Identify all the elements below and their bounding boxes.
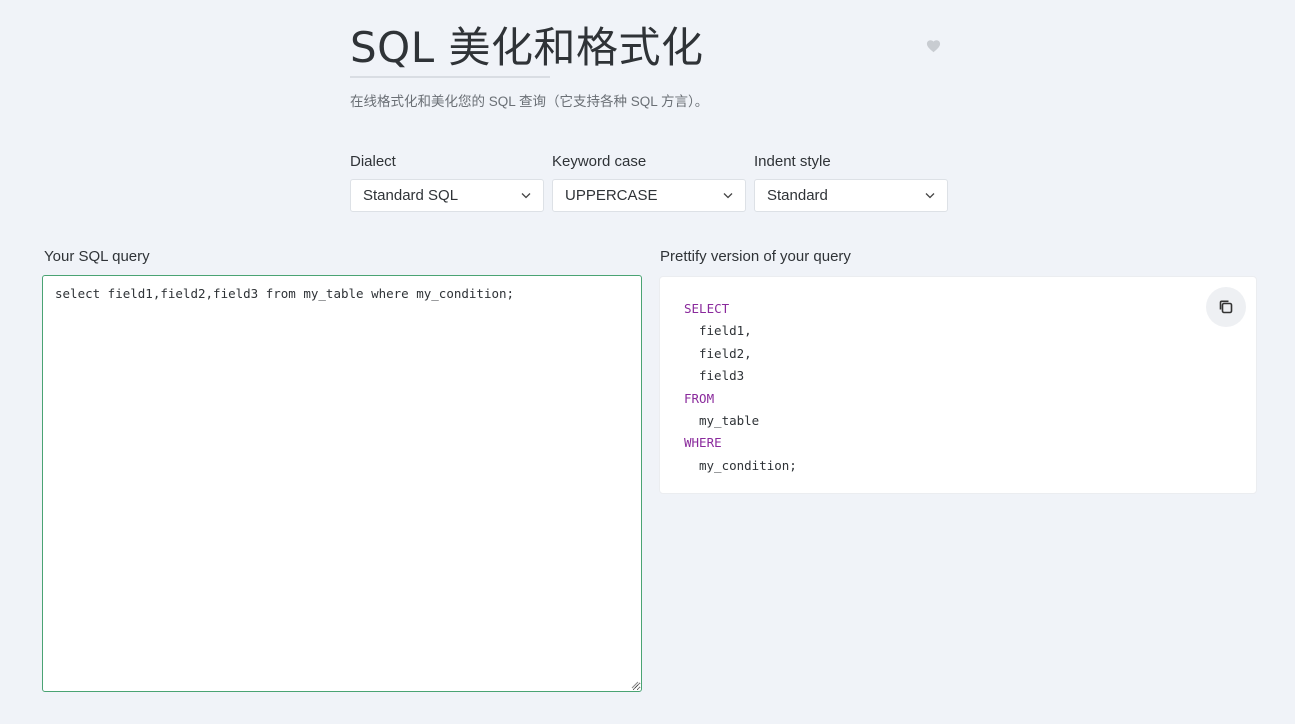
indent-style-label: Indent style — [754, 153, 831, 170]
code-keyword: FROM — [684, 390, 715, 406]
code-line: my_condition; — [684, 455, 797, 477]
output-label: Prettify version of your query — [660, 248, 851, 265]
page-header: SQL 美化和格式化 在线格式化和美化您的 SQL 查询（它支持各种 SQL 方… — [350, 20, 950, 110]
dialect-select[interactable]: Standard SQL — [350, 179, 544, 212]
code-line: my_table — [684, 410, 797, 432]
chevron-down-icon — [521, 193, 531, 199]
code-line: field3 — [684, 365, 797, 387]
indent-style-select[interactable]: Standard — [754, 179, 948, 212]
chevron-down-icon — [723, 193, 733, 199]
code-keyword: WHERE — [684, 435, 722, 451]
keyword-case-select[interactable]: UPPERCASE — [552, 179, 746, 212]
sql-input-text: select field1,field2,field3 from my_tabl… — [55, 286, 515, 301]
code-line: field2, — [684, 343, 797, 365]
keyword-case-label: Keyword case — [552, 153, 647, 170]
indent-style-value: Standard — [767, 187, 828, 204]
copy-button[interactable] — [1206, 287, 1246, 327]
chevron-down-icon — [925, 193, 935, 199]
dialect-value: Standard SQL — [363, 187, 459, 204]
code-line: FROM — [684, 388, 797, 410]
code-text: my_table — [699, 413, 760, 429]
code-text: my_condition; — [699, 457, 797, 473]
keyword-case-option: Keyword case UPPERCASE — [552, 153, 746, 212]
code-text: field2, — [699, 345, 752, 361]
formatted-output: SELECT field1, field2, field3 FROM my_table WH… — [659, 276, 1257, 494]
input-label: Your SQL query — [44, 248, 150, 265]
copy-icon — [1219, 300, 1233, 314]
code-line: SELECT — [684, 298, 797, 320]
title-underline — [350, 76, 550, 78]
code-text: field1, — [699, 323, 752, 339]
resize-handle-icon[interactable] — [631, 681, 639, 689]
code-line: field1, — [684, 320, 797, 342]
dialect-option: Dialect Standard SQL — [350, 153, 544, 212]
sql-input[interactable]: select field1,field2,field3 from my_tabl… — [42, 275, 642, 692]
indent-style-option: Indent style Standard — [754, 153, 948, 212]
format-options: Dialect Standard SQL Keyword case UPPERC… — [350, 153, 948, 212]
heart-icon[interactable] — [926, 39, 941, 53]
dialect-label: Dialect — [350, 153, 396, 170]
code-line: WHERE — [684, 432, 797, 454]
code-keyword: SELECT — [684, 301, 730, 316]
keyword-case-value: UPPERCASE — [565, 187, 658, 204]
page-subtitle: 在线格式化和美化您的 SQL 查询（它支持各种 SQL 方言）。 — [350, 94, 709, 109]
code-text: field3 — [699, 368, 745, 384]
formatted-code: SELECT field1, field2, field3 FROM my_table WH… — [684, 298, 797, 477]
page-title: SQL 美化和格式化 — [350, 23, 704, 72]
